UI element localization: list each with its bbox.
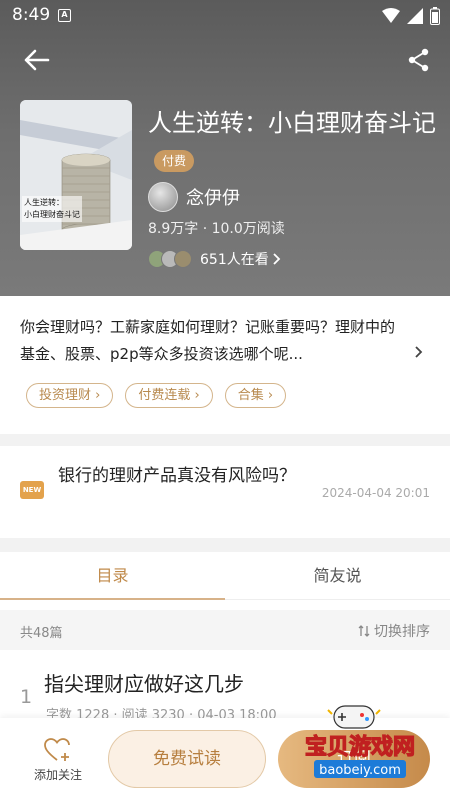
bottom-action-bar: 添加关注 免费试读 订阅 [0, 718, 450, 800]
author-name[interactable]: 念伊伊 [186, 184, 240, 210]
free-trial-button[interactable]: 免费试读 [108, 730, 266, 788]
tag-investment[interactable]: 投资理财 › [26, 383, 114, 408]
follow-label: 添加关注 [33, 768, 82, 782]
tag-label: 付费连载 [138, 388, 191, 403]
book-header: 8:49 A 人生逆转： 小白理财奋斗记 人生逆转：小白理财奋斗记付费 念伊伊 … [0, 0, 450, 296]
tag-paid-serial[interactable]: 付费连载 › [125, 383, 213, 408]
coins-illustration [20, 100, 132, 250]
tag-list: 投资理财 › 付费连载 › 合集 › [26, 383, 287, 408]
book-title-block: 人生逆转：小白理财奋斗记付费 [148, 104, 438, 180]
status-icons [382, 7, 440, 25]
latest-update-title[interactable]: 银行的理财产品真没有风险吗？ [58, 462, 318, 490]
cover-caption-line1: 人生逆转： [24, 198, 64, 207]
share-icon[interactable] [408, 48, 430, 72]
tag-label: 投资理财 [39, 388, 92, 403]
avatar[interactable] [148, 182, 178, 212]
cover-caption: 人生逆转： 小白理财奋斗记 [22, 196, 82, 222]
chapter-title[interactable]: 指尖理财应做好这几步 [44, 668, 244, 697]
paid-badge: 付费 [154, 150, 195, 172]
tab-bar: 目录 简友说 [0, 552, 450, 600]
tab-underline [0, 598, 225, 600]
chapter-count: 共48篇 [20, 626, 63, 641]
notification-icon: A [58, 9, 71, 22]
readers-row[interactable]: 651人在看 [148, 249, 282, 269]
reader-avatar [174, 250, 192, 268]
chevron-right-icon[interactable] [414, 345, 424, 359]
back-arrow-icon[interactable] [22, 48, 50, 72]
author-row[interactable]: 念伊伊 [148, 182, 240, 212]
list-header: 共48篇 切换排序 [0, 610, 450, 650]
status-time: 8:49 [12, 5, 51, 25]
description-card[interactable]: 你会理财吗？工薪家庭如何理财？记账重要吗？理财中的基金、股票、p2p等众多投资该… [0, 296, 450, 434]
heart-plus-icon [44, 738, 70, 761]
sort-button[interactable]: 切换排序 [358, 621, 430, 641]
subscribe-button[interactable]: 订阅 [278, 730, 430, 788]
cover-caption-line2: 小白理财奋斗记 [24, 210, 80, 219]
book-cover[interactable]: 人生逆转： 小白理财奋斗记 [20, 100, 132, 250]
book-stats: 8.9万字 · 10.0万阅读 [148, 221, 285, 237]
book-description[interactable]: 你会理财吗？工薪家庭如何理财？记账重要吗？理财中的基金、股票、p2p等众多投资该… [20, 314, 400, 368]
chapter-index: 1 [20, 686, 33, 708]
tab-comments[interactable]: 简友说 [225, 552, 450, 600]
signal-icon [407, 8, 423, 24]
tab-contents[interactable]: 目录 [0, 552, 225, 600]
new-badge-icon: NEW [20, 481, 44, 499]
sort-icon [358, 625, 370, 637]
status-bar: 8:49 A [0, 0, 450, 32]
tag-label: 合集 [237, 388, 264, 403]
tag-collection[interactable]: 合集 › [224, 383, 287, 408]
sort-label: 切换排序 [374, 624, 430, 640]
wifi-icon [382, 8, 400, 23]
readers-count: 651人在看 [200, 252, 269, 268]
latest-update-card[interactable]: NEW 银行的理财产品真没有风险吗？ 2024-04-04 20:01 [0, 446, 450, 538]
book-title: 人生逆转：小白理财奋斗记 [148, 109, 436, 137]
chevron-right-icon [273, 253, 281, 265]
latest-update-date: 2024-04-04 20:01 [321, 486, 430, 500]
battery-icon [430, 7, 440, 25]
follow-button[interactable]: 添加关注 [20, 730, 96, 790]
